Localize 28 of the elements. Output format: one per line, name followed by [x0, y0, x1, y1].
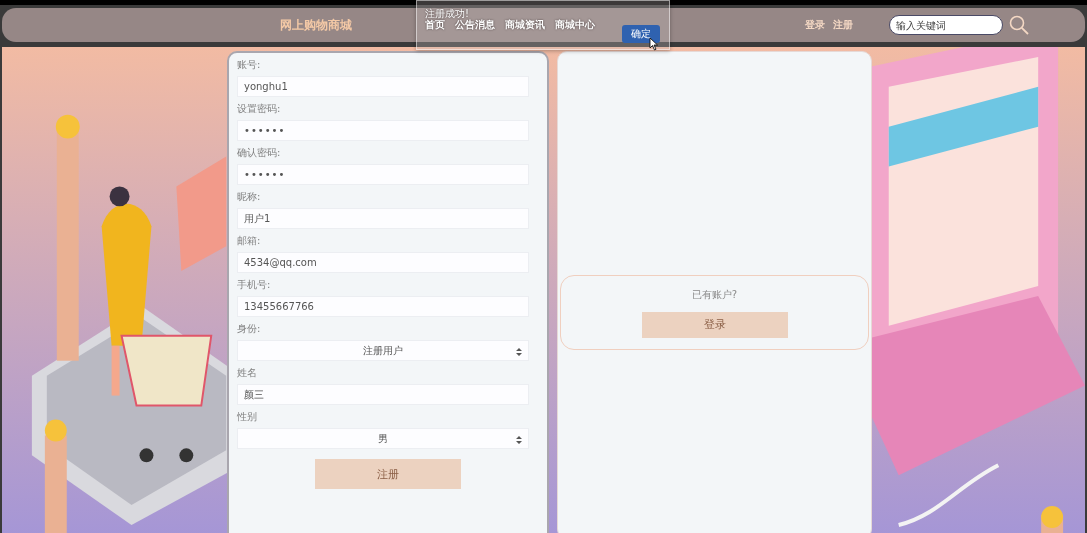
field-label: 姓名 [237, 366, 258, 380]
search-icon[interactable] [1009, 15, 1029, 35]
field-label: 身份: [237, 322, 262, 336]
field-label: 手机号: [237, 278, 272, 292]
password-field[interactable]: •••••• [237, 164, 529, 185]
input-field[interactable]: 用户1 [237, 208, 529, 229]
site-title: 网上购物商城 [280, 16, 353, 34]
field-label: 邮箱: [237, 234, 262, 248]
field-label: 确认密码: [237, 146, 282, 160]
input-field[interactable]: 13455667766 [237, 296, 529, 317]
input-field[interactable]: yonghu1 [237, 76, 529, 97]
password-field[interactable]: •••••• [237, 120, 529, 141]
field-label: 昵称: [237, 190, 262, 204]
field-label: 设置密码: [237, 102, 282, 116]
dialog-message: 注册成功! [425, 8, 469, 19]
search-field[interactable]: 输入关键词 [889, 15, 1003, 35]
select-arrows-icon [516, 348, 522, 356]
confirm-button[interactable]: 确定 [622, 25, 660, 43]
field-label: 账号: [237, 58, 262, 72]
select-field[interactable]: 注册用户 [237, 340, 529, 361]
register-button[interactable]: 注册 [315, 459, 461, 489]
login-prompt: 已有账户? [691, 287, 738, 302]
login-button[interactable]: 登录 [641, 311, 788, 338]
select-arrows-icon [516, 436, 522, 444]
select-field[interactable]: 男 [237, 428, 529, 449]
input-field[interactable]: 颜三 [237, 384, 529, 405]
field-label: 性别 [237, 410, 258, 424]
input-field[interactable]: 4534@qq.com [237, 252, 529, 273]
